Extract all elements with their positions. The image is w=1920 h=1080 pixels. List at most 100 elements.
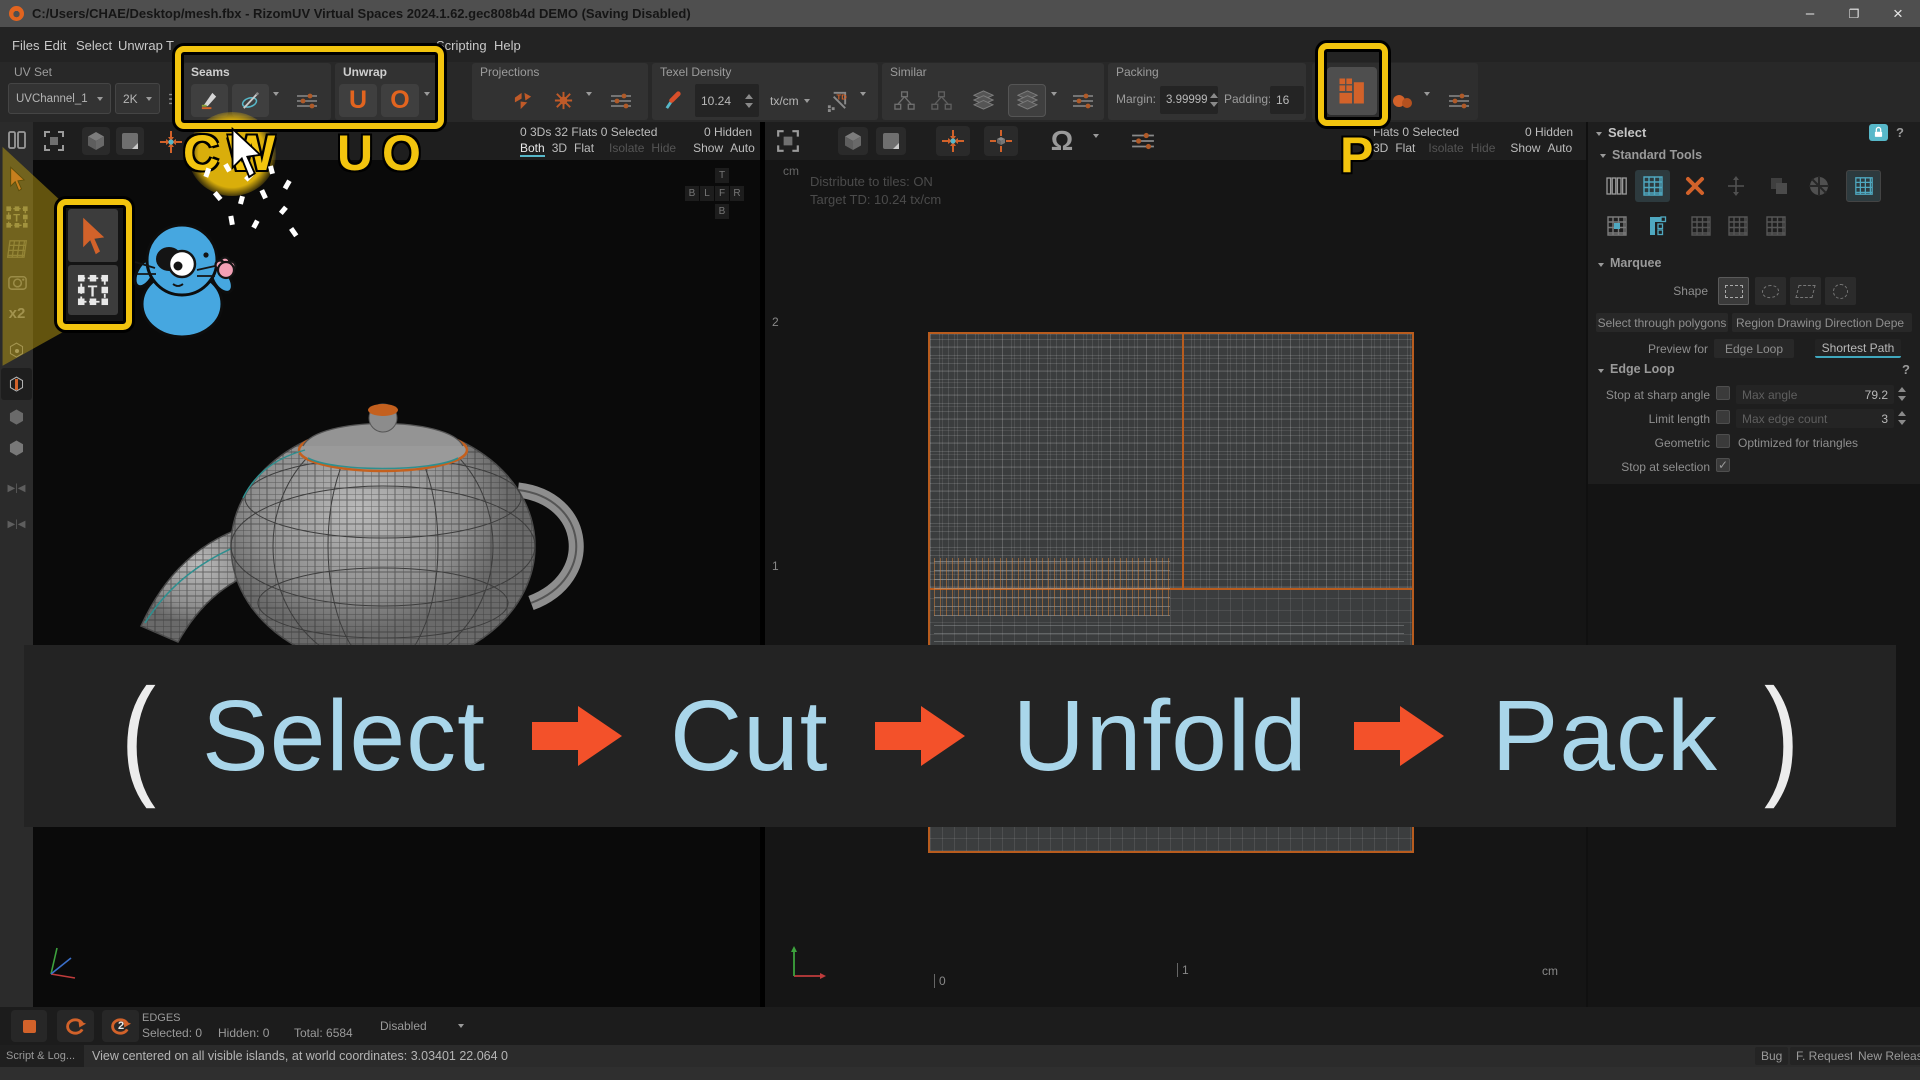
similar-more-chevron[interactable] (1051, 96, 1057, 114)
texel-unit-dropdown[interactable]: tx/cm (763, 84, 817, 117)
tool-select-all-icon[interactable] (1635, 170, 1670, 202)
tool-grid-a-icon[interactable] (1683, 210, 1718, 242)
margin-spinner[interactable] (1210, 93, 1218, 107)
tool-flatten-icon[interactable] (1640, 210, 1675, 242)
marquee-polygon-icon[interactable] (1790, 277, 1821, 305)
uv-show-button[interactable]: Show (1510, 141, 1540, 155)
viewport-uv[interactable]: Ω Flats 0 Selected 0 Hidden 3D Flat Isol… (765, 122, 1586, 1007)
square-view-icon[interactable] (116, 127, 144, 155)
similar-stack-button[interactable] (966, 84, 1001, 117)
similar-tree2-button[interactable] (925, 84, 958, 117)
help-icon[interactable]: ? (1896, 125, 1904, 140)
similar-tree1-button[interactable] (888, 84, 921, 117)
magnet-snap-icon[interactable]: Ω (1040, 123, 1084, 158)
max-edge-count-field[interactable]: Max edge count 3 (1736, 409, 1894, 428)
similar-stack-all-button[interactable] (1008, 84, 1046, 117)
tool-island-grid-icon[interactable] (1846, 170, 1881, 202)
tool-translate-icon[interactable] (1718, 170, 1753, 202)
projections-box-button[interactable] (505, 84, 541, 117)
orient-bottom[interactable]: B (715, 204, 729, 219)
menu-tools[interactable]: T (166, 38, 174, 53)
menu-select[interactable]: Select (76, 38, 112, 53)
stop-sharp-angle-checkbox[interactable] (1716, 386, 1730, 400)
uv-mode-3d-tab[interactable]: 3D (1373, 141, 1388, 155)
autosave-chevron-icon[interactable] (458, 1024, 464, 1028)
collapse-chevron-icon[interactable] (1596, 132, 1602, 136)
tool-clear-selection-icon[interactable] (1677, 170, 1712, 202)
marquee-lasso-icon[interactable] (1755, 277, 1786, 305)
orient-left[interactable]: L (700, 186, 714, 201)
teapot-model[interactable] (83, 398, 628, 648)
loop-button[interactable] (57, 1010, 94, 1042)
mode-3d-tab[interactable]: 3D (552, 141, 567, 157)
pack-more-chevron[interactable] (1424, 96, 1430, 114)
uv-options-icon[interactable] (1123, 126, 1163, 156)
island-mode-icon[interactable]: ⬢ (3, 434, 30, 462)
edge-loop-help-icon[interactable]: ? (1902, 362, 1910, 377)
uv-isolate-button[interactable]: Isolate (1428, 141, 1463, 155)
marquee-rect-icon[interactable] (1718, 277, 1749, 305)
cube-view-icon[interactable] (82, 127, 110, 155)
menu-unwrap[interactable]: Unwrap (118, 38, 163, 53)
projections-planar-button[interactable] (545, 84, 581, 117)
uv-hide-button[interactable]: Hide (1471, 141, 1496, 155)
uv-main-island[interactable] (930, 334, 1412, 590)
preview-shortest-path-button[interactable]: Shortest Path (1815, 339, 1901, 358)
geometric-checkbox[interactable] (1716, 434, 1730, 448)
uv-mode-flat-tab[interactable]: Flat (1395, 141, 1415, 155)
marquee-circle-icon[interactable] (1825, 277, 1856, 305)
projections-more-chevron[interactable] (586, 96, 592, 114)
pack-options-icon[interactable] (1440, 84, 1478, 117)
tool-grid-b-icon[interactable] (1720, 210, 1755, 242)
limit-length-checkbox[interactable] (1716, 410, 1730, 424)
max-angle-spinner[interactable] (1898, 387, 1906, 401)
mirror-v-icon[interactable]: ▶|◀ (3, 510, 30, 538)
collapse-chevron-icon[interactable] (1598, 369, 1604, 373)
menu-edit[interactable]: Edit (44, 38, 66, 53)
edge-mode-icon[interactable]: ⬡ (1, 368, 32, 400)
new-release-link[interactable]: New Release (1852, 1047, 1920, 1065)
padding-field[interactable]: 16 (1270, 86, 1304, 114)
texel-more-chevron[interactable] (860, 96, 866, 114)
texel-spinner[interactable] (745, 94, 753, 108)
hide-button[interactable]: Hide (651, 141, 676, 157)
orient-right[interactable]: R (730, 186, 744, 201)
lock-icon[interactable] (1869, 124, 1888, 141)
close-button[interactable]: × (1876, 4, 1920, 24)
orient-back[interactable]: B (685, 186, 699, 201)
tool-grid-c-icon[interactable] (1758, 210, 1793, 242)
uv-island-cluster[interactable] (934, 558, 1170, 616)
mode-both-tab[interactable]: Both (520, 141, 545, 157)
feature-request-link[interactable]: F. Request (1790, 1047, 1859, 1065)
menu-files[interactable]: Files (12, 38, 39, 53)
uv-center-icon[interactable] (936, 126, 970, 156)
texel-dropper-button[interactable] (656, 84, 691, 117)
split-view-icon[interactable] (4, 127, 30, 153)
tool-overlap-icon[interactable] (1761, 170, 1796, 202)
focus-selection-icon[interactable] (158, 129, 184, 155)
projections-options-icon[interactable] (602, 84, 640, 117)
isolate-button[interactable]: Isolate (609, 141, 644, 157)
auto-button[interactable]: Auto (730, 141, 755, 157)
stop-at-selection-checkbox[interactable]: ✓ (1716, 458, 1730, 472)
autosave-dropdown[interactable]: Disabled (380, 1019, 427, 1033)
orient-front[interactable]: F (715, 186, 729, 201)
max-angle-field[interactable]: Max angle 79.2 (1736, 385, 1894, 404)
polygon-mode-icon[interactable]: ⬢ (3, 403, 30, 431)
uv-cube-view-icon[interactable] (838, 127, 868, 155)
frame-view-icon[interactable] (40, 127, 68, 155)
uv-auto-button[interactable]: Auto (1547, 141, 1572, 155)
script-log-tab[interactable]: Script & Log... (0, 1045, 84, 1067)
loop-2-button[interactable]: 2 (102, 1010, 139, 1042)
minimize-button[interactable]: – (1788, 5, 1832, 22)
orient-top[interactable]: T (715, 168, 729, 183)
uv-square-view-icon[interactable] (876, 127, 906, 155)
preview-edge-loop-button[interactable]: Edge Loop (1714, 339, 1794, 358)
maximize-button[interactable]: ❐ (1832, 7, 1876, 21)
show-button[interactable]: Show (693, 141, 723, 157)
menu-help[interactable]: Help (494, 38, 521, 53)
region-drawing-button[interactable]: Region Drawing Direction Depe (1732, 313, 1912, 332)
similar-options-icon[interactable] (1064, 84, 1102, 117)
resolution-dropdown[interactable]: 2K (115, 83, 160, 114)
menu-scripting[interactable]: Scripting (436, 38, 487, 53)
